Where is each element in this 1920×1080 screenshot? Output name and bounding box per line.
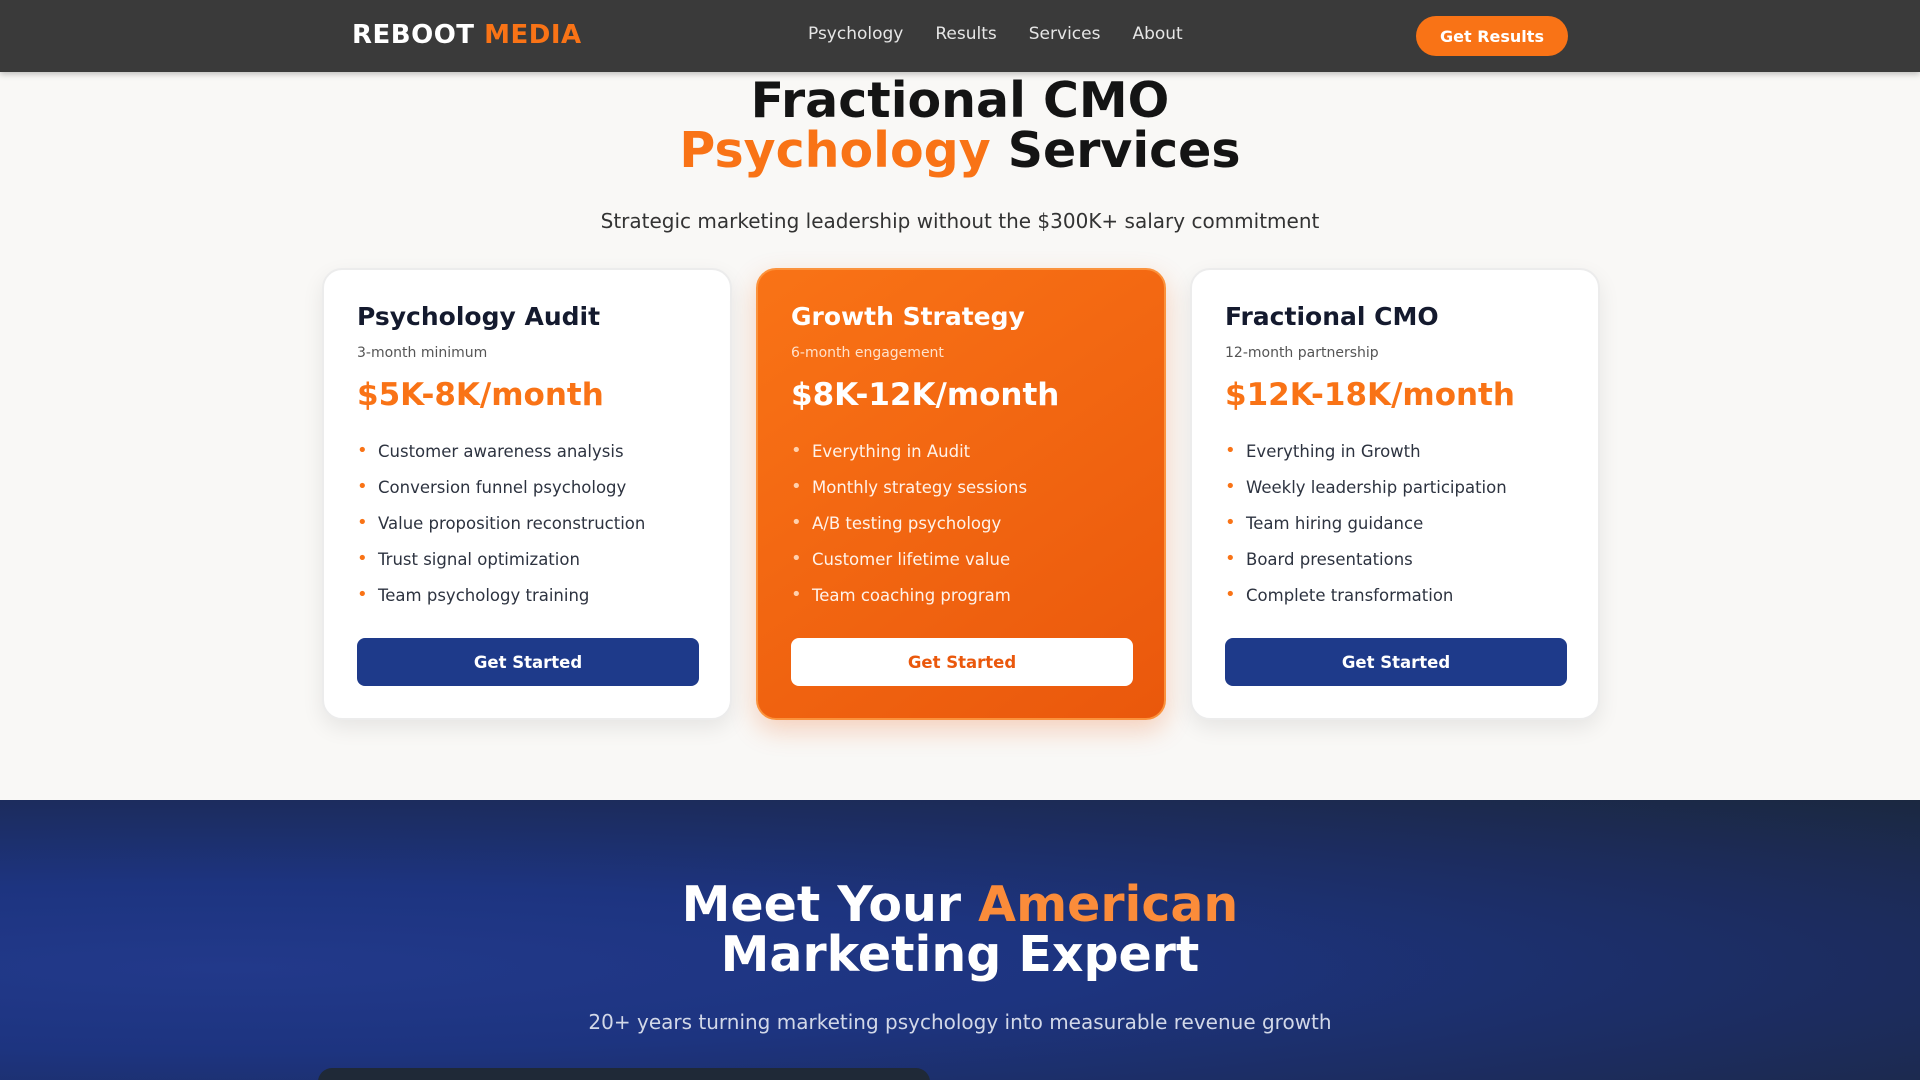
feature-text: Everything in Audit [812, 441, 971, 461]
expert-content-card [318, 1068, 930, 1080]
plan-price: $12K-18K/month [1225, 377, 1515, 413]
bullet-icon: • [357, 512, 368, 533]
bullet-icon: • [1225, 512, 1236, 533]
bullet-icon: • [357, 548, 368, 569]
plan-term: 6-month engagement [791, 345, 944, 361]
bullet-icon: • [791, 548, 802, 569]
expert-title-accent: American [978, 876, 1239, 933]
expert-section: Meet Your American Marketing Expert 20+ … [0, 800, 1920, 1080]
services-title: Fractional CMO Psychology Services [0, 76, 1920, 176]
feature-item: • Value proposition reconstruction [357, 505, 697, 541]
feature-text: Monthly strategy sessions [812, 477, 1028, 497]
bullet-icon: • [1225, 584, 1236, 605]
feature-item: • Conversion funnel psychology [357, 469, 697, 505]
nav-link-psychology[interactable]: Psychology [808, 24, 903, 44]
feature-text: Weekly leadership participation [1246, 477, 1507, 497]
feature-text: A/B testing psychology [812, 513, 1002, 533]
brand-primary: REBOOT [352, 20, 475, 50]
bullet-icon: • [1225, 440, 1236, 461]
services-title-accent: Psychology [679, 122, 991, 179]
expert-title-line2: Marketing Expert [720, 926, 1200, 983]
feature-text: Value proposition reconstruction [378, 513, 646, 533]
feature-item: • Team coaching program [791, 577, 1131, 613]
get-started-button-growth[interactable]: Get Started [791, 638, 1133, 686]
plan-features: • Everything in Audit • Monthly strategy s… [791, 433, 1131, 613]
feature-item: • Everything in Audit [791, 433, 1131, 469]
services-title-line1: Fractional CMO [750, 72, 1170, 129]
feature-item: • Weekly leadership participation [1225, 469, 1565, 505]
nav-link-results[interactable]: Results [935, 24, 996, 44]
plan-price: $8K-12K/month [791, 377, 1060, 413]
plan-price: $5K-8K/month [357, 377, 604, 413]
expert-title-prefix: Meet Your [681, 876, 962, 933]
feature-item: • A/B testing psychology [791, 505, 1131, 541]
get-started-button-cmo[interactable]: Get Started [1225, 638, 1567, 686]
plan-name: Psychology Audit [357, 302, 601, 331]
feature-text: Customer awareness analysis [378, 441, 624, 461]
plan-name: Fractional CMO [1225, 302, 1439, 331]
nav-links: Psychology Results Services About [808, 24, 1183, 44]
feature-text: Trust signal optimization [378, 549, 580, 569]
bullet-icon: • [791, 584, 802, 605]
get-started-button-audit[interactable]: Get Started [357, 638, 699, 686]
bullet-icon: • [791, 440, 802, 461]
plan-name: Growth Strategy [791, 302, 1025, 331]
feature-text: Team psychology training [378, 585, 590, 605]
plan-card-fractional-cmo: Fractional CMO 12-month partnership $12K… [1190, 268, 1600, 720]
top-navbar: REBOOT MEDIA Psychology Results Services… [0, 0, 1920, 72]
nav-link-about[interactable]: About [1132, 24, 1182, 44]
feature-text: Team hiring guidance [1246, 513, 1424, 533]
feature-item: • Monthly strategy sessions [791, 469, 1131, 505]
bullet-icon: • [1225, 476, 1236, 497]
bullet-icon: • [357, 584, 368, 605]
services-subtitle: Strategic marketing leadership without t… [600, 209, 1320, 233]
plan-features: • Customer awareness analysis • Conversion… [357, 433, 697, 613]
bullet-icon: • [1225, 548, 1236, 569]
feature-item: • Board presentations [1225, 541, 1565, 577]
feature-text: Complete transformation [1246, 585, 1454, 605]
bullet-icon: • [357, 440, 368, 461]
feature-text: Customer lifetime value [812, 549, 1011, 569]
feature-item: • Everything in Growth [1225, 433, 1565, 469]
plan-card-psychology-audit: Psychology Audit 3-month minimum $5K-8K/… [322, 268, 732, 720]
bullet-icon: • [357, 476, 368, 497]
feature-text: Conversion funnel psychology [378, 477, 627, 497]
nav-link-services[interactable]: Services [1029, 24, 1101, 44]
expert-subtitle: 20+ years turning marketing psychology i… [588, 1010, 1332, 1034]
feature-item: • Trust signal optimization [357, 541, 697, 577]
feature-item: • Team psychology training [357, 577, 697, 613]
feature-text: Team coaching program [812, 585, 1011, 605]
brand-accent: MEDIA [484, 20, 582, 50]
plan-card-growth-strategy: Growth Strategy 6-month engagement $8K-1… [756, 268, 1166, 720]
plan-term: 12-month partnership [1225, 345, 1379, 361]
expert-title: Meet Your American Marketing Expert [0, 880, 1920, 980]
brand-logo[interactable]: REBOOT MEDIA [352, 20, 582, 50]
services-title-rest: Services [1007, 122, 1241, 179]
feature-item: • Complete transformation [1225, 577, 1565, 613]
plan-features: • Everything in Growth • Weekly leadership… [1225, 433, 1565, 613]
bullet-icon: • [791, 512, 802, 533]
feature-text: Board presentations [1246, 549, 1413, 569]
feature-text: Everything in Growth [1246, 441, 1421, 461]
feature-item: • Customer lifetime value [791, 541, 1131, 577]
bullet-icon: • [791, 476, 802, 497]
get-results-button[interactable]: Get Results [1416, 16, 1568, 56]
feature-item: • Team hiring guidance [1225, 505, 1565, 541]
feature-item: • Customer awareness analysis [357, 433, 697, 469]
plan-term: 3-month minimum [357, 345, 488, 361]
